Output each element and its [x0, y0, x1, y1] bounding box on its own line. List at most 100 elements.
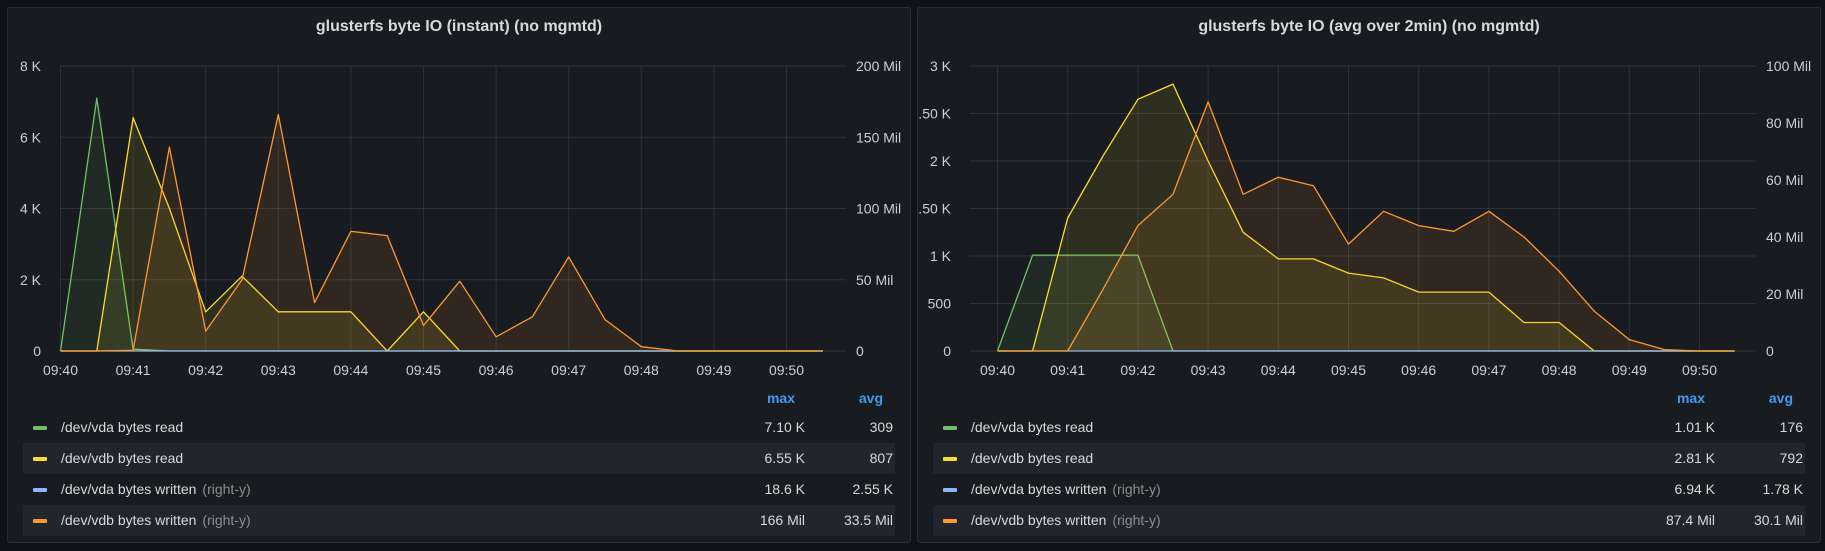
x-tick-label: 09:50	[1682, 362, 1717, 378]
y-tick-label: 8 K	[20, 58, 42, 74]
panel-avg-2min: glusterfs byte IO (avg over 2min) (no mg…	[917, 7, 1821, 543]
legend-series-name[interactable]: /dev/vda bytes written	[61, 481, 196, 497]
legend-max-value: 1.01 K	[1674, 419, 1715, 435]
series-color-swatch	[943, 519, 957, 523]
x-tick-label: 09:41	[116, 362, 151, 378]
series-color-swatch	[33, 519, 47, 523]
x-tick-label: 09:48	[624, 362, 659, 378]
y2-tick-label: 200 Mil	[856, 58, 901, 74]
legend-max-value: 6.94 K	[1674, 481, 1715, 497]
x-tick-label: 09:43	[261, 362, 296, 378]
series-color-swatch	[33, 457, 47, 461]
x-tick-label: 09:44	[333, 362, 368, 378]
chart-plot: 0 2 K 4 K 6 K 8 K 0 50 Mil 100 Mil 150 Mil 200 Mi…	[20, 58, 901, 378]
chart-legend: max avg /dev/vda bytes read 7.10 K 309 /…	[23, 388, 895, 536]
y2-tick-label: 20 Mil	[1766, 286, 1803, 302]
legend-avg-value: 30.1 Mil	[1753, 512, 1803, 528]
y2-tick-label: 100 Mil	[856, 201, 901, 217]
legend-col-max[interactable]: max	[767, 390, 795, 406]
y-tick-label: 500	[928, 296, 952, 312]
x-tick-label: 09:44	[1261, 362, 1296, 378]
x-tick-label: 09:49	[1612, 362, 1647, 378]
y2-tick-label: 100 Mil	[1766, 58, 1811, 74]
legend-row[interactable]: /dev/vda bytes read 7.10 K 309	[23, 412, 895, 443]
x-tick-label: 09:45	[406, 362, 441, 378]
legend-series-name[interactable]: /dev/vdb bytes written	[61, 512, 196, 528]
legend-row[interactable]: /dev/vda bytes written (right-y) 6.94 K 1…	[933, 474, 1805, 505]
x-tick-label: 09:47	[1471, 362, 1506, 378]
series-color-swatch	[33, 488, 47, 492]
legend-axis-note: (right-y)	[1112, 512, 1161, 528]
legend-row[interactable]: /dev/vda bytes written (right-y) 18.6 K 2…	[23, 474, 895, 505]
series-color-swatch	[943, 488, 957, 492]
legend-col-avg[interactable]: avg	[859, 390, 883, 406]
legend-row[interactable]: /dev/vdb bytes read 2.81 K 792	[933, 443, 1805, 474]
series-area-4	[60, 114, 823, 351]
legend-series-name[interactable]: /dev/vda bytes written	[971, 481, 1106, 497]
x-tick-label: 09:50	[769, 362, 804, 378]
legend-max-value: 2.81 K	[1674, 450, 1715, 466]
legend-avg-value: 33.5 Mil	[843, 512, 893, 528]
y-tick-label: 2.50 K	[918, 106, 952, 122]
x-tick-label: 09:47	[551, 362, 586, 378]
y-tick-label: 1 K	[930, 248, 952, 264]
x-tick-label: 09:45	[1331, 362, 1366, 378]
legend-avg-value: 792	[1779, 450, 1803, 466]
y2-tick-label: 60 Mil	[1766, 172, 1803, 188]
legend-axis-note: (right-y)	[1112, 481, 1161, 497]
series-color-swatch	[943, 426, 957, 430]
legend-col-max[interactable]: max	[1677, 390, 1705, 406]
x-tick-label: 09:46	[479, 362, 514, 378]
legend-series-name[interactable]: /dev/vda bytes read	[61, 419, 183, 435]
x-tick-label: 09:42	[188, 362, 223, 378]
y2-tick-label: 40 Mil	[1766, 229, 1803, 245]
legend-max-value: 7.10 K	[764, 419, 805, 435]
legend-header: max avg	[933, 388, 1805, 412]
legend-row[interactable]: /dev/vdb bytes read 6.55 K 807	[23, 443, 895, 474]
legend-axis-note: (right-y)	[202, 512, 251, 528]
y-tick-label: 4 K	[20, 201, 42, 217]
y2-tick-label: 50 Mil	[856, 272, 893, 288]
series-color-swatch	[33, 426, 47, 430]
legend-header: max avg	[23, 388, 895, 412]
legend-max-value: 87.4 Mil	[1665, 512, 1715, 528]
x-tick-label: 09:46	[1401, 362, 1436, 378]
panel-instant: glusterfs byte IO (instant) (no mgmtd) 0…	[7, 7, 911, 543]
y2-tick-label: 0	[856, 343, 864, 359]
x-tick-label: 09:48	[1542, 362, 1577, 378]
legend-avg-value: 2.55 K	[852, 481, 893, 497]
legend-series-name[interactable]: /dev/vdb bytes written	[971, 512, 1106, 528]
legend-axis-note: (right-y)	[202, 481, 251, 497]
y-tick-label: 2 K	[930, 153, 952, 169]
legend-max-value: 166 Mil	[759, 512, 805, 528]
x-tick-label: 09:40	[43, 362, 78, 378]
legend-col-avg[interactable]: avg	[1769, 390, 1793, 406]
legend-row[interactable]: /dev/vdb bytes written (right-y) 87.4 Mil…	[933, 505, 1805, 536]
legend-avg-value: 807	[869, 450, 893, 466]
legend-avg-value: 309	[869, 419, 893, 435]
series-color-swatch	[943, 457, 957, 461]
legend-series-name[interactable]: /dev/vda bytes read	[971, 419, 1093, 435]
legend-max-value: 6.55 K	[764, 450, 805, 466]
x-tick-label: 09:41	[1050, 362, 1085, 378]
legend-max-value: 18.6 K	[764, 481, 805, 497]
legend-series-name[interactable]: /dev/vdb bytes read	[61, 450, 183, 466]
legend-row[interactable]: /dev/vda bytes read 1.01 K 176	[933, 412, 1805, 443]
chart-plot: 0 500 1 K 1.50 K 2 K 2.50 K 3 K 0 20 Mil 40 Mil 60…	[918, 58, 1811, 378]
x-tick-label: 09:42	[1120, 362, 1155, 378]
y2-tick-label: 0	[1766, 343, 1774, 359]
legend-avg-value: 176	[1779, 419, 1803, 435]
legend-avg-value: 1.78 K	[1762, 481, 1803, 497]
x-tick-label: 09:43	[1191, 362, 1226, 378]
legend-series-name[interactable]: /dev/vdb bytes read	[971, 450, 1093, 466]
y-tick-label: 3 K	[930, 58, 952, 74]
y-tick-label: 2 K	[20, 272, 42, 288]
chart-legend: max avg /dev/vda bytes read 1.01 K 176 /…	[933, 388, 1805, 536]
y2-tick-label: 80 Mil	[1766, 115, 1803, 131]
x-tick-label: 09:40	[980, 362, 1015, 378]
y2-tick-label: 150 Mil	[856, 129, 901, 145]
legend-row[interactable]: /dev/vdb bytes written (right-y) 166 Mil …	[23, 505, 895, 536]
y-tick-label: 0	[943, 343, 951, 359]
x-tick-label: 09:49	[696, 362, 731, 378]
y-tick-label: 1.50 K	[918, 201, 952, 217]
